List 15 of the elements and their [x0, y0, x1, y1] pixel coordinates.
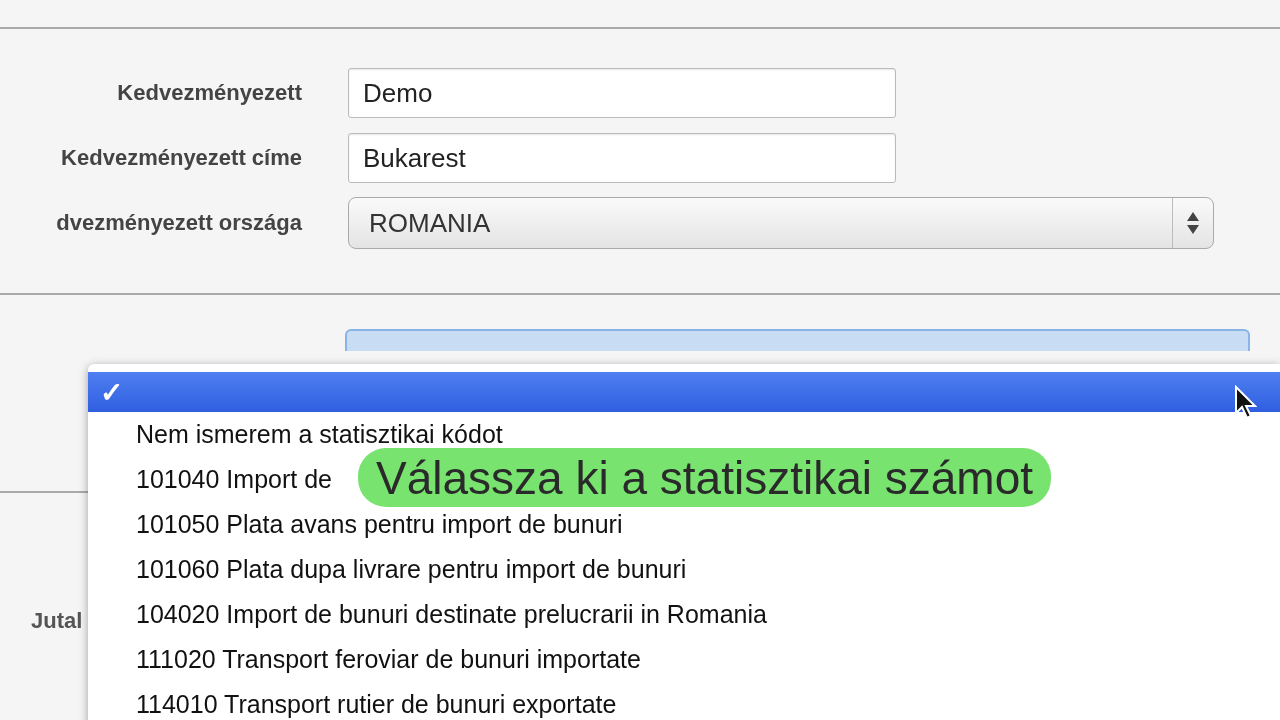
- country-select[interactable]: ROMANIA: [348, 197, 1214, 249]
- dropdown-option[interactable]: 104020 Import de bunuri destinate prelucrarii in Romania: [88, 592, 1280, 637]
- caption-tooltip: Válassza ki a statisztikai számot: [358, 448, 1051, 507]
- field-label: dvezményezett országa: [55, 210, 302, 236]
- dropdown-option[interactable]: 101060 Plata dupa livrare pentru import de bunuri: [88, 547, 1280, 592]
- dropdown-option[interactable]: 114010 Transport rutier de bunuri exportate: [88, 682, 1280, 720]
- dropdown-option[interactable]: 111020 Transport feroviar de bunuri importate: [88, 637, 1280, 682]
- field-label: Kedvezményezett címe: [60, 145, 302, 171]
- select-field[interactable]: [345, 329, 1250, 351]
- input-field[interactable]: Bukarest: [348, 133, 896, 183]
- dropdown-option[interactable]: ✓: [88, 372, 1280, 412]
- field-label: Kedvezményezett: [116, 80, 302, 106]
- updown-arrows-icon: [1186, 210, 1200, 236]
- field-label: Jutal: [31, 608, 83, 634]
- input-field[interactable]: Demo: [348, 68, 896, 118]
